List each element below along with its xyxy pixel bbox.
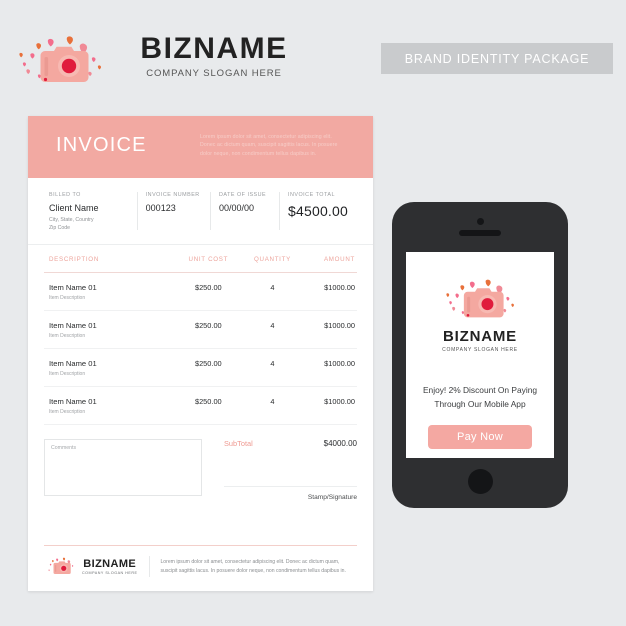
table-row: Item Name 01 Item Description $250.00 4 … (44, 387, 357, 425)
stamp-signature-label: Stamp/Signature (307, 494, 357, 501)
item-name: Item Name 01 (49, 359, 97, 368)
item-quantity: 4 (270, 321, 275, 330)
item-amount: $1000.00 (324, 283, 355, 292)
footer-brand-slogan: COMPANY SLOGAN HERE (82, 571, 138, 575)
item-name: Item Name 01 (49, 283, 97, 292)
promo-line-2: Through Our Mobile App (434, 399, 526, 409)
client-zip-line: Zip Code (49, 225, 71, 231)
item-description: Item Description (49, 409, 86, 415)
table-row: Item Name 01 Item Description $250.00 4 … (44, 273, 357, 311)
billed-to-label: BILLED TO (49, 192, 81, 198)
column-header-amount: AMOUNT (323, 256, 355, 263)
item-description: Item Description (49, 333, 86, 339)
invoice-header: INVOICE Lorem ipsum dolor sit amet, cons… (28, 116, 373, 178)
footer-camera-icon-svg (48, 557, 74, 575)
invoice-total-value: $4500.00 (288, 203, 348, 219)
invoice-sheet: INVOICE Lorem ipsum dolor sit amet, cons… (28, 116, 373, 591)
footer-wordmark: BIZNAME COMPANY SLOGAN HERE (77, 558, 147, 575)
invoice-title: INVOICE (56, 134, 147, 156)
brand-slogan: COMPANY SLOGAN HERE (146, 68, 282, 79)
item-unit-cost: $250.00 (194, 321, 222, 330)
app-camera-with-hearts-icon (435, 276, 525, 324)
brand-identity-banner: BRAND IDENTITY PACKAGE (381, 43, 613, 74)
app-camera-icon-svg (446, 279, 514, 318)
brand-name: BIZNAME (140, 32, 288, 65)
home-button[interactable] (467, 469, 493, 494)
front-camera-icon (476, 218, 484, 225)
invoice-header-text: Lorem ipsum dolor sit amet, consectetur … (200, 134, 338, 157)
app-brand-name: BIZNAME (443, 328, 517, 345)
item-amount: $1000.00 (324, 397, 355, 406)
item-unit-cost: $250.00 (194, 397, 222, 406)
item-quantity: 4 (270, 283, 275, 292)
app-brand-slogan: COMPANY SLOGAN HERE (442, 347, 518, 353)
column-header-quantity: QUANTITY (254, 256, 291, 263)
phone-mockup: BIZNAME COMPANY SLOGAN HERE Enjoy! 2% Di… (392, 202, 568, 508)
brand-wordmark: BIZNAME COMPANY SLOGAN HERE (114, 32, 314, 79)
invoice-total-label: INVOICE TOTAL (288, 192, 335, 198)
comments-placeholder: Comments (51, 445, 77, 451)
column-header-description: DESCRIPTION (49, 256, 99, 263)
subtotal-value: $4000.00 (323, 439, 357, 448)
app-wordmark: BIZNAME COMPANY SLOGAN HERE (406, 328, 554, 353)
invoice-number-block: INVOICE NUMBER 000123 (136, 192, 210, 232)
subtotal-row: SubTotal $4000.00 (224, 439, 357, 452)
footer-brand-name: BIZNAME (83, 558, 137, 570)
item-description-cell: Item Name 01 Item Description (44, 283, 175, 301)
item-unit-cost: $250.00 (194, 359, 222, 368)
totals-section: Comments SubTotal $4000.00 Stamp/Signatu… (28, 425, 373, 501)
banner-label: BRAND IDENTITY PACKAGE (404, 51, 590, 66)
item-unit-cost: $250.00 (194, 283, 222, 292)
item-description: Item Description (49, 295, 86, 301)
invoice-number-value: 000123 (145, 203, 176, 213)
brand-identity-mockup: BIZNAME COMPANY SLOGAN HERE BRAND IDENTI… (0, 0, 626, 626)
footer-divider (44, 545, 357, 546)
item-name: Item Name 01 (49, 321, 97, 330)
client-city-line: City, State, Country (49, 217, 94, 223)
item-description-cell: Item Name 01 Item Description (44, 397, 175, 415)
item-name: Item Name 01 (49, 397, 97, 406)
comments-input[interactable]: Comments (44, 439, 202, 496)
footer-camera-with-hearts-icon (44, 556, 77, 577)
pay-now-button[interactable]: Pay Now (428, 425, 532, 449)
item-description-cell: Item Name 01 Item Description (44, 359, 175, 377)
promo-line-1: Enjoy! 2% Discount On Paying (422, 385, 538, 395)
footer-text: Lorem ipsum dolor sit amet, consectetur … (160, 559, 346, 574)
invoice-footer: BIZNAME COMPANY SLOGAN HERE Lorem ipsum … (28, 545, 373, 577)
items-table-header: DESCRIPTION UNIT COST QUANTITY AMOUNT (44, 245, 357, 273)
item-description-cell: Item Name 01 Item Description (44, 321, 175, 339)
promo-text: Enjoy! 2% Discount On Paying Through Our… (418, 383, 542, 411)
table-row: Item Name 01 Item Description $250.00 4 … (44, 349, 357, 387)
date-of-issue-label: DATE OF ISSUE (219, 192, 267, 198)
item-quantity: 4 (270, 359, 275, 368)
camera-icon-svg (19, 36, 102, 82)
footer-separator (149, 556, 151, 577)
client-name: Client Name (49, 203, 99, 213)
date-of-issue-block: DATE OF ISSUE 00/00/00 (210, 192, 279, 232)
table-row: Item Name 01 Item Description $250.00 4 … (44, 311, 357, 349)
subtotal-label: SubTotal (224, 439, 253, 448)
invoice-total-block: INVOICE TOTAL $4500.00 (279, 192, 357, 232)
items-table: DESCRIPTION UNIT COST QUANTITY AMOUNT It… (28, 245, 373, 425)
item-amount: $1000.00 (324, 321, 355, 330)
invoice-number-label: INVOICE NUMBER (145, 192, 200, 198)
billing-summary: BILLED TO Client Name City, State, Count… (28, 178, 373, 245)
earpiece-speaker-icon (459, 230, 501, 236)
item-amount: $1000.00 (324, 359, 355, 368)
totals-column: SubTotal $4000.00 Stamp/Signature (202, 439, 357, 501)
date-of-issue-value: 00/00/00 (219, 203, 255, 213)
phone-screen: BIZNAME COMPANY SLOGAN HERE Enjoy! 2% Di… (406, 252, 554, 458)
camera-with-hearts-icon (14, 32, 106, 90)
primary-logo: BIZNAME COMPANY SLOGAN HERE (14, 32, 314, 90)
item-quantity: 4 (270, 397, 275, 406)
column-header-unit-cost: UNIT COST (188, 256, 229, 263)
billed-to-block: BILLED TO Client Name City, State, Count… (44, 192, 137, 232)
item-description: Item Description (49, 371, 86, 377)
